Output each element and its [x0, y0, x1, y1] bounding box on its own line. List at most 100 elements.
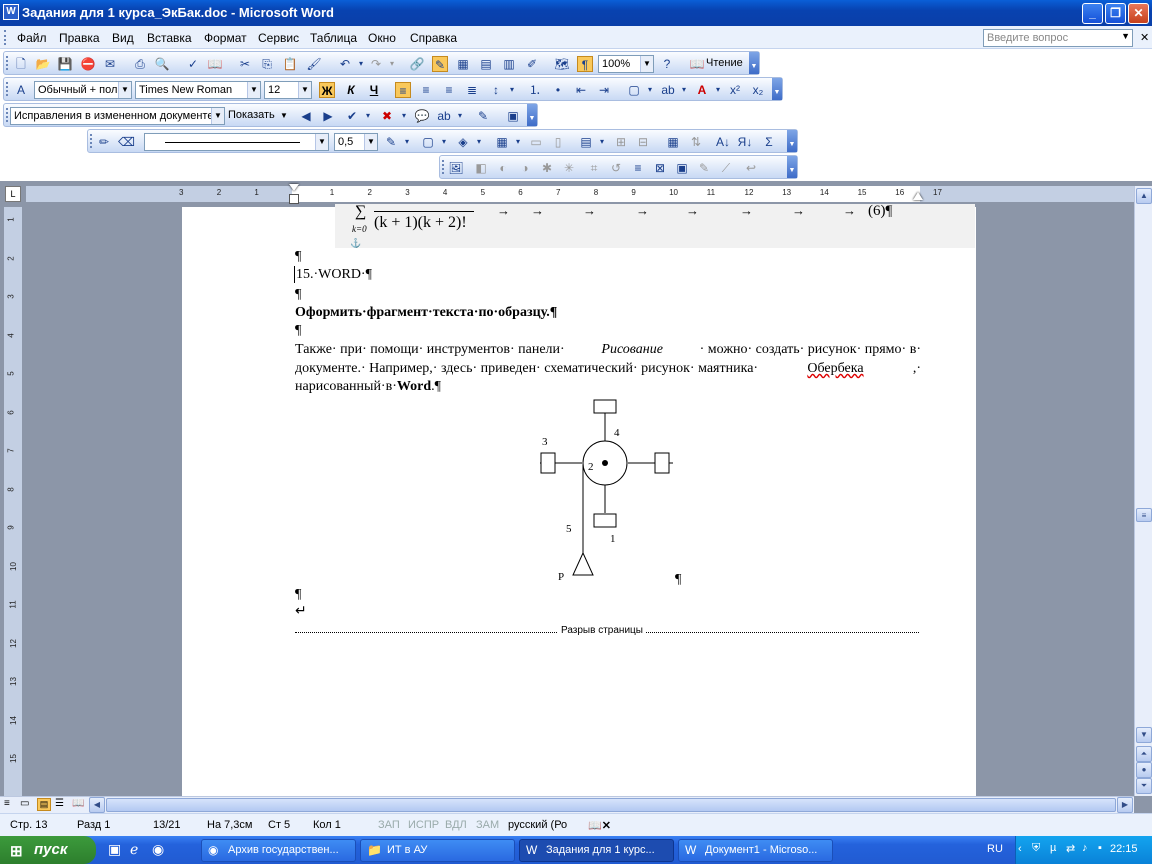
chevron-down-icon[interactable]: ▾	[642, 82, 658, 98]
more-brightness-icon[interactable]: ✱	[539, 160, 555, 176]
paste-icon[interactable]: 📋	[282, 56, 298, 72]
bold-button[interactable]: Ж	[319, 82, 335, 98]
toolbar-grip[interactable]	[6, 108, 9, 122]
browser-icon[interactable]: ◉	[152, 841, 164, 858]
quicklaunch-icon[interactable]: ▣	[108, 841, 121, 858]
merge-cells-icon[interactable]: ▭	[528, 134, 544, 150]
menu-insert[interactable]: Вставка	[147, 31, 192, 45]
toolbar-grip[interactable]	[90, 134, 93, 148]
status-extend[interactable]: ВДЛ	[445, 819, 467, 831]
toolbar-grip[interactable]	[442, 160, 445, 174]
justify-icon[interactable]: ≣	[464, 82, 480, 98]
previous-change-icon[interactable]: ◀	[298, 108, 314, 124]
chevron-down-icon[interactable]: ▾	[436, 134, 452, 150]
underline-button[interactable]: Ч	[366, 82, 382, 98]
distribute-rows-icon[interactable]: ⊞	[613, 134, 629, 150]
more-contrast-icon[interactable]: ◐	[495, 160, 511, 176]
compress-picture-icon[interactable]: ⊠	[652, 160, 668, 176]
start-button[interactable]: ⊞ пуск	[0, 836, 96, 864]
permission-icon[interactable]: ⛔	[80, 56, 96, 72]
word-app-icon[interactable]: W	[3, 4, 19, 20]
spelling-icon[interactable]: ✓	[185, 56, 201, 72]
empty-paragraph[interactable]: ¶	[295, 285, 301, 304]
highlight-review-icon[interactable]: ab	[436, 108, 452, 124]
insert-picture-icon[interactable]: 🖼	[448, 160, 464, 176]
tables-borders-icon[interactable]: ✎	[432, 56, 448, 72]
horizontal-scroll-thumb[interactable]	[106, 798, 1116, 812]
status-overtype[interactable]: ЗАМ	[476, 819, 499, 831]
menu-help[interactable]: Справка	[410, 31, 457, 45]
chevron-down-icon[interactable]: ▼	[1121, 31, 1130, 41]
menu-format[interactable]: Формат	[204, 31, 247, 45]
align-left-icon[interactable]: ≡	[395, 82, 411, 98]
numbering-icon[interactable]: ⒈	[527, 82, 543, 98]
draw-table-icon[interactable]: ✏	[96, 134, 112, 150]
first-line-indent-marker[interactable]	[289, 184, 299, 191]
scroll-up-button[interactable]: ▲	[1136, 188, 1152, 204]
split-cells-icon[interactable]: ▯	[550, 134, 566, 150]
track-changes-icon[interactable]: ✎	[475, 108, 491, 124]
chevron-down-icon[interactable]: ▾	[399, 134, 415, 150]
chevron-down-icon[interactable]: ▼	[315, 134, 328, 150]
research-icon[interactable]: 📖	[207, 56, 223, 72]
show-menu-button[interactable]: Показать	[228, 109, 275, 121]
chevron-down-icon[interactable]: ▼	[364, 134, 377, 150]
tab-selector-button[interactable]: L	[5, 186, 21, 202]
chevron-down-icon[interactable]: ▼	[280, 111, 288, 120]
toolbar-options-icon[interactable]: ▼	[787, 130, 797, 152]
chevron-down-icon[interactable]: ▾	[510, 134, 526, 150]
antivirus-icon[interactable]: ⛨	[1032, 842, 1040, 855]
print-preview-icon[interactable]: 🔍	[154, 56, 170, 72]
status-record-macro[interactable]: ЗАП	[378, 819, 400, 831]
scroll-thumb[interactable]: ≡	[1136, 508, 1152, 522]
cut-icon[interactable]: ✂	[237, 56, 253, 72]
close-button[interactable]: ✕	[1128, 3, 1149, 24]
open-folder-icon[interactable]: 📂	[35, 56, 51, 72]
text-direction-icon[interactable]: ⇅	[688, 134, 704, 150]
toolbar-options-icon[interactable]: ▼	[787, 156, 797, 178]
line-style-icon[interactable]: ≡	[630, 160, 646, 176]
chevron-down-icon[interactable]: ▼	[118, 82, 131, 98]
align-right-icon[interactable]: ≡	[441, 82, 457, 98]
toolbar-options-icon[interactable]: ▼	[772, 78, 782, 100]
print-icon[interactable]: ⎙	[132, 56, 148, 72]
set-transparent-icon[interactable]: ⟋	[718, 160, 734, 176]
save-icon[interactable]: 💾	[57, 56, 73, 72]
decrease-indent-icon[interactable]: ⇤	[573, 82, 589, 98]
title-bar[interactable]: W Задания для 1 курса_ЭкБак.doc - Micros…	[0, 0, 1152, 26]
menu-file[interactable]: Файл	[17, 31, 47, 45]
status-language[interactable]: русский (Ро	[508, 819, 567, 831]
input-language-indicator[interactable]: RU	[987, 843, 1003, 855]
chevron-down-icon[interactable]: ▾	[676, 82, 692, 98]
hyperlink-icon[interactable]: 🔗	[409, 56, 425, 72]
diagram-pilcrow[interactable]: ¶	[675, 570, 681, 589]
outline-view-icon[interactable]: ☰	[55, 798, 64, 809]
superscript-icon[interactable]: x²	[727, 82, 743, 98]
text-wrapping-icon[interactable]: ▣	[674, 160, 690, 176]
color-icon[interactable]: ◧	[473, 160, 489, 176]
volume-icon[interactable]: ♪	[1082, 842, 1088, 854]
toolbar-grip[interactable]	[6, 56, 9, 70]
menu-tools[interactable]: Сервис	[258, 31, 299, 45]
crop-icon[interactable]: ⌗	[586, 160, 602, 176]
sort-descending-icon[interactable]: Я↓	[737, 134, 753, 150]
subscript-icon[interactable]: x₂	[750, 82, 766, 98]
section-heading[interactable]: 15.·WORD·¶	[296, 265, 372, 284]
torrent-icon[interactable]: µ	[1050, 842, 1056, 854]
help-icon[interactable]: ?	[659, 56, 675, 72]
minimize-button[interactable]: _	[1082, 3, 1103, 24]
vertical-scrollbar[interactable]: ▲ ≡ ▼ ⏶ ● ⏷	[1134, 186, 1152, 796]
read-icon[interactable]: 📖	[689, 56, 705, 72]
bullets-icon[interactable]: •	[550, 82, 566, 98]
taskbar-item-folder[interactable]: 📁 ИТ в АУ	[360, 839, 515, 862]
less-brightness-icon[interactable]: ✳	[561, 160, 577, 176]
reset-picture-icon[interactable]: ↩	[743, 160, 759, 176]
spelling-status-icon[interactable]: 📖✕	[588, 819, 611, 832]
undo-icon[interactable]: ↶	[337, 56, 353, 72]
paragraph-line-3[interactable]: нарисованный·в·Word.¶	[295, 377, 441, 396]
chevron-down-icon[interactable]: ▾	[471, 134, 487, 150]
ask-question-field[interactable]: Введите вопрос ▼	[983, 29, 1133, 47]
paragraph-line-2[interactable]: документе.· Например,· здесь· приведен· …	[295, 359, 921, 378]
border-icon[interactable]: ▢	[626, 82, 642, 98]
toolbar-options-icon[interactable]: ▼	[749, 52, 759, 74]
